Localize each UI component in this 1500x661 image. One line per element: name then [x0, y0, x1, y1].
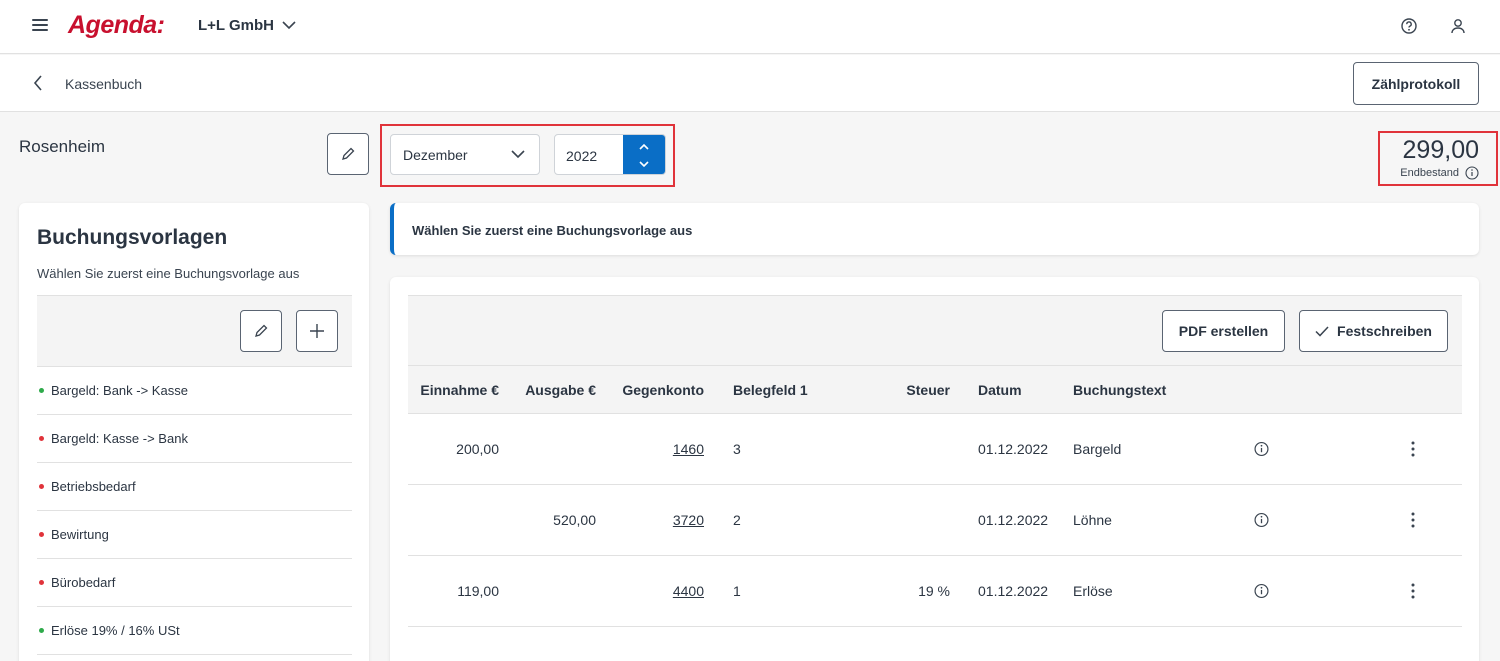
lock-label: Festschreiben	[1337, 323, 1432, 339]
checkmark-icon	[1315, 325, 1329, 337]
chevron-down-icon	[511, 150, 525, 159]
table-row[interactable]: 520,00 3720 2 01.12.2022 Löhne	[408, 485, 1462, 556]
table-toolbar: PDF erstellen Festschreiben	[408, 295, 1462, 366]
info-icon[interactable]	[1254, 583, 1269, 599]
cell-gegenkonto-link[interactable]: 3720	[673, 512, 704, 528]
template-label: Bargeld: Bank -> Kasse	[51, 383, 188, 398]
app-logo[interactable]: Agenda:	[68, 11, 165, 40]
cell-belegfeld: 2	[733, 512, 741, 528]
top-bar: Agenda: L+L GmbH	[0, 0, 1500, 54]
chevron-down-icon	[282, 21, 296, 30]
balance-label: Endbestand	[1400, 167, 1459, 179]
company-name: L+L GmbH	[198, 17, 274, 34]
sub-header: Kassenbuch Zählprotokoll	[0, 55, 1500, 112]
status-dot-icon	[39, 388, 44, 393]
plus-icon	[310, 324, 324, 338]
cell-ausgabe: 520,00	[553, 512, 596, 528]
user-icon[interactable]	[1447, 15, 1469, 37]
bookings-panel: PDF erstellen Festschreiben Einnahme € A…	[390, 277, 1479, 661]
cell-buchungstext: Löhne	[1073, 512, 1112, 528]
templates-toolbar	[37, 295, 352, 367]
cell-datum: 01.12.2022	[978, 441, 1049, 457]
template-label: Bürobedarf	[51, 575, 116, 590]
company-switcher[interactable]: L+L GmbH	[198, 17, 296, 34]
col-datum[interactable]: Datum	[978, 382, 1022, 398]
cell-einnahme: 119,00	[457, 583, 499, 599]
status-dot-icon	[39, 628, 44, 633]
notice-text: Wählen Sie zuerst eine Buchungsvorlage a…	[412, 223, 693, 238]
col-gegenkonto[interactable]: Gegenkonto	[622, 382, 704, 398]
templates-title: Buchungsvorlagen	[37, 226, 228, 249]
templates-subtitle: Wählen Sie zuerst eine Buchungsvorlage a…	[37, 266, 300, 281]
col-steuer[interactable]: Steuer	[906, 382, 950, 398]
chevron-up-icon[interactable]	[639, 143, 649, 151]
year-spin-buttons[interactable]	[623, 135, 665, 174]
help-icon[interactable]	[1398, 15, 1420, 37]
month-select[interactable]: Dezember	[390, 134, 540, 175]
month-value: Dezember	[403, 146, 468, 163]
templates-panel: Buchungsvorlagen Wählen Sie zuerst eine …	[19, 203, 369, 661]
location-name: Rosenheim	[19, 137, 105, 156]
template-item[interactable]: Erlöse 19% / 16% USt	[37, 607, 352, 655]
cell-belegfeld: 3	[733, 441, 741, 457]
template-item[interactable]: Bürobedarf	[37, 559, 352, 607]
cell-belegfeld: 1	[733, 583, 741, 599]
template-item[interactable]: Betriebsbedarf	[37, 463, 352, 511]
edit-templates-button[interactable]	[240, 310, 282, 352]
pencil-icon	[342, 147, 355, 160]
col-ausgabe[interactable]: Ausgabe €	[525, 382, 596, 398]
template-label: Bewirtung	[51, 527, 109, 542]
year-stepper[interactable]: 2022	[554, 134, 666, 175]
edit-location-button[interactable]	[327, 133, 369, 175]
info-notice: Wählen Sie zuerst eine Buchungsvorlage a…	[390, 203, 1479, 255]
cell-datum: 01.12.2022	[978, 583, 1049, 599]
lock-button[interactable]: Festschreiben	[1299, 310, 1448, 352]
cell-buchungstext: Bargeld	[1073, 441, 1122, 457]
status-dot-icon	[39, 532, 44, 537]
breadcrumb: Kassenbuch	[65, 76, 143, 92]
template-label: Bargeld: Kasse -> Bank	[51, 431, 188, 446]
balance-amount: 299,00	[1402, 136, 1479, 164]
col-buchungstext[interactable]: Buchungstext	[1073, 382, 1166, 398]
templates-list: Bargeld: Bank -> Kasse Bargeld: Kasse -> …	[37, 367, 352, 655]
info-icon[interactable]	[1254, 512, 1269, 528]
more-options-icon[interactable]	[1403, 581, 1423, 601]
template-item[interactable]: Bewirtung	[37, 511, 352, 559]
info-icon[interactable]	[1254, 441, 1269, 457]
end-balance: 299,00 Endbestand	[1400, 136, 1479, 180]
more-options-icon[interactable]	[1403, 510, 1423, 530]
cell-gegenkonto-link[interactable]: 4400	[673, 583, 704, 599]
count-protocol-button[interactable]: Zählprotokoll	[1353, 62, 1479, 105]
template-item[interactable]: Bargeld: Bank -> Kasse	[37, 367, 352, 415]
year-value: 2022	[566, 148, 598, 164]
cell-buchungstext: Erlöse	[1073, 583, 1113, 599]
cell-einnahme: 200,00	[456, 441, 499, 457]
menu-icon[interactable]	[32, 19, 48, 33]
cell-gegenkonto-link[interactable]: 1460	[673, 441, 704, 457]
col-einnahme[interactable]: Einnahme €	[420, 382, 499, 398]
add-template-button[interactable]	[296, 310, 338, 352]
table-row[interactable]: 200,00 1460 3 01.12.2022 Bargeld	[408, 414, 1462, 485]
cell-datum: 01.12.2022	[978, 512, 1049, 528]
pencil-icon	[255, 324, 268, 337]
template-label: Betriebsbedarf	[51, 479, 136, 494]
info-icon[interactable]	[1465, 166, 1479, 180]
template-item[interactable]: Bargeld: Kasse -> Bank	[37, 415, 352, 463]
cell-steuer: 19 %	[918, 583, 950, 599]
status-dot-icon	[39, 580, 44, 585]
status-dot-icon	[39, 484, 44, 489]
template-label: Erlöse 19% / 16% USt	[51, 623, 180, 638]
status-dot-icon	[39, 436, 44, 441]
create-pdf-button[interactable]: PDF erstellen	[1162, 310, 1285, 352]
more-options-icon[interactable]	[1403, 439, 1423, 459]
table-row[interactable]: 119,00 4400 1 19 % 01.12.2022 Erlöse	[408, 556, 1462, 627]
table-header: Einnahme € Ausgabe € Gegenkonto Belegfel…	[408, 366, 1462, 414]
chevron-down-icon[interactable]	[639, 160, 649, 168]
table-body: 200,00 1460 3 01.12.2022 Bargeld 520,00 3720 2 0…	[408, 414, 1462, 627]
col-belegfeld[interactable]: Belegfeld 1	[733, 382, 808, 398]
back-icon[interactable]	[32, 74, 48, 92]
